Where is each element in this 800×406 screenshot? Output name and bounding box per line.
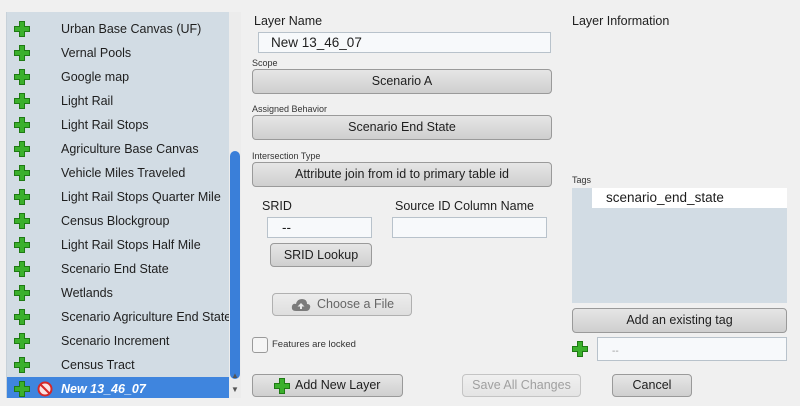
plus-icon[interactable]	[13, 188, 31, 206]
plus-icon[interactable]	[13, 44, 31, 62]
layer-list-item-label: Agriculture Base Canvas	[61, 142, 199, 156]
scroll-up-arrow[interactable]: ▲	[229, 370, 241, 382]
plus-icon[interactable]	[13, 20, 31, 38]
scope-label: Scope	[252, 58, 278, 68]
layer-information-title: Layer Information	[572, 14, 670, 28]
layer-list-item[interactable]: Vehicle Miles Traveled	[7, 161, 230, 185]
layer-list-item[interactable]: Light Rail	[7, 89, 230, 113]
layer-list-item-label: Scenario End State	[61, 262, 169, 276]
layer-list-item-label: Vehicle Miles Traveled	[61, 166, 186, 180]
features-locked-checkbox[interactable]	[252, 337, 268, 353]
layer-list-item[interactable]: Wetlands	[7, 281, 230, 305]
layer-list-item-label: Scenario Increment	[61, 334, 170, 348]
add-new-layer-label: Add New Layer	[295, 378, 381, 392]
layer-list-item-label: Light Rail Stops	[61, 118, 149, 132]
intersection-type-dropdown[interactable]: Attribute join from id to primary table …	[252, 162, 552, 187]
features-locked-label: Features are locked	[272, 339, 356, 350]
layer-list-item[interactable]: Scenario Increment	[7, 329, 230, 353]
scroll-down-arrow[interactable]: ▼	[229, 384, 241, 396]
no-entry-icon[interactable]	[37, 381, 53, 397]
assigned-behavior-label: Assigned Behavior	[252, 104, 328, 114]
scrollbar-thumb[interactable]	[230, 151, 240, 379]
plus-icon[interactable]	[13, 380, 31, 398]
layer-list-item[interactable]: Google map	[7, 65, 230, 89]
choose-file-button[interactable]: Choose a File	[272, 293, 412, 316]
layer-list-item-label: Wetlands	[61, 286, 113, 300]
source-id-column-input[interactable]	[392, 217, 547, 238]
layer-list: Urban Base Canvas (UF) Vernal Pools Google…	[6, 12, 230, 398]
plus-icon[interactable]	[13, 260, 31, 278]
layer-name-label: Layer Name	[254, 14, 323, 28]
plus-icon	[274, 378, 290, 394]
plus-icon[interactable]	[13, 212, 31, 230]
layer-list-item[interactable]: Urban Base Canvas (UF)	[7, 17, 230, 41]
layer-list-item-label: Census Tract	[61, 358, 135, 372]
plus-icon[interactable]	[13, 116, 31, 134]
layer-list-item[interactable]: Vernal Pools	[7, 41, 230, 65]
layer-list-item[interactable]: Agriculture Base Canvas	[7, 137, 230, 161]
layer-list-item[interactable]: Scenario Agriculture End State	[7, 305, 230, 329]
srid-label: SRID	[262, 199, 292, 213]
layer-list-item-label: Vernal Pools	[61, 46, 132, 60]
plus-icon[interactable]	[13, 140, 31, 158]
layer-list-item[interactable]: Light Rail Stops Half Mile	[7, 233, 230, 257]
layer-list-item-label: Scenario Agriculture End State	[61, 310, 230, 324]
intersection-type-label: Intersection Type	[252, 151, 321, 161]
plus-icon[interactable]	[13, 308, 31, 326]
add-new-layer-button[interactable]: Add New Layer	[252, 374, 403, 397]
plus-icon[interactable]	[13, 68, 31, 86]
cancel-button[interactable]: Cancel	[612, 374, 692, 397]
choose-file-label: Choose a File	[317, 297, 395, 311]
layer-list-item[interactable]: Light Rail Stops Quarter Mile	[7, 185, 230, 209]
layer-list-item-label: Light Rail Stops Quarter Mile	[61, 190, 221, 204]
layer-list-scrollbar[interactable]: ▲ ▼	[229, 12, 241, 398]
layer-list-item-label: Light Rail	[61, 94, 114, 108]
scope-dropdown[interactable]: Scenario A	[252, 69, 552, 94]
save-all-changes-button[interactable]: Save All Changes	[462, 374, 581, 397]
layer-list-item[interactable]: New 13_46_07	[7, 377, 230, 398]
layer-list-item[interactable]: Census Tract	[7, 353, 230, 377]
plus-icon[interactable]	[13, 356, 31, 374]
layer-list-item[interactable]: Scenario End State	[7, 257, 230, 281]
plus-icon[interactable]	[13, 284, 31, 302]
layer-list-item-label: Census Blockgroup	[61, 214, 170, 228]
assigned-behavior-dropdown[interactable]: Scenario End State	[252, 115, 552, 140]
layer-list-item[interactable]: Light Rail Stops	[7, 113, 230, 137]
cloud-upload-icon	[291, 299, 311, 311]
layer-list-item-label: Light Rail Stops Half Mile	[61, 238, 201, 252]
tags-label: Tags	[572, 175, 592, 185]
layer-list-item-label: Urban Base Canvas (UF)	[61, 22, 202, 36]
add-existing-tag-button[interactable]: Add an existing tag	[572, 308, 787, 333]
plus-icon[interactable]	[13, 236, 31, 254]
layer-list-item-label: New 13_46_07	[61, 382, 146, 396]
plus-icon[interactable]	[571, 340, 589, 358]
plus-icon[interactable]	[13, 164, 31, 182]
tag-chip[interactable]: scenario_end_state	[592, 188, 787, 208]
tags-box: scenario_end_state	[572, 188, 787, 303]
new-tag-input[interactable]: --	[597, 337, 787, 361]
layer-list-item[interactable]: Census Blockgroup	[7, 209, 230, 233]
plus-icon[interactable]	[13, 92, 31, 110]
layer-list-item-label: Google map	[61, 70, 130, 84]
layer-name-input[interactable]: New 13_46_07	[258, 32, 551, 53]
plus-icon[interactable]	[13, 332, 31, 350]
srid-input[interactable]: --	[267, 217, 372, 238]
source-id-column-label: Source ID Column Name	[395, 199, 534, 213]
srid-lookup-button[interactable]: SRID Lookup	[270, 243, 372, 267]
